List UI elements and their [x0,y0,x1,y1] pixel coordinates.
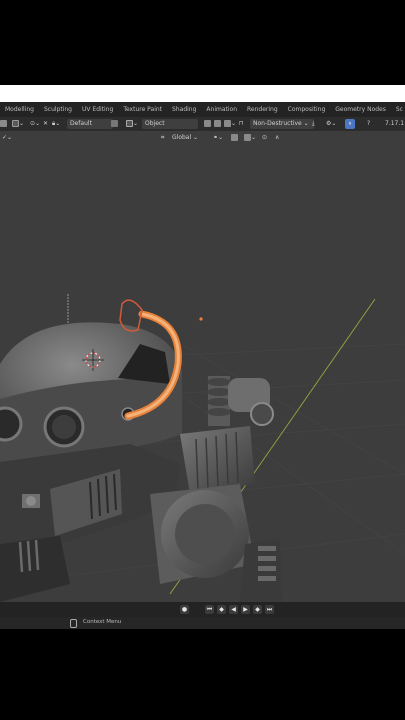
mode-dropdown[interactable]: Default [67,119,113,129]
jump-start-icon[interactable]: ⏮︎ [205,605,214,614]
viewport-scene [0,144,405,602]
next-keyframe-icon[interactable]: ◆ [253,605,262,614]
timeline-bar: ● ⏮︎ ◆ ◀ ▶ ◆ ⏭︎ [0,602,405,617]
tab-shading[interactable]: Shading [167,102,201,117]
tab-geometry-nodes[interactable]: Geometry Nodes [330,102,391,117]
mouse-icon [70,619,77,628]
view-options-icon[interactable]: ✓⌄ [2,133,12,143]
tab-uv-editing[interactable]: UV Editing [77,102,118,117]
mode-label: Default [70,120,92,127]
status-bar: Context Menu [0,617,405,629]
tab-sculpting[interactable]: Sculpting [39,102,77,117]
curve-falloff-icon[interactable]: ∧ [275,133,279,143]
snap-increment-icon[interactable] [231,133,238,143]
overlay-icon[interactable] [111,119,118,129]
robot-head[interactable] [0,322,182,462]
download-icon[interactable]: ⤓ [312,119,315,129]
tab-modelling[interactable]: Modelling [0,102,39,117]
jump-end-icon[interactable]: ⏭︎ [265,605,274,614]
object-label: Object [145,120,165,127]
snap-options-icon[interactable]: ⌄ [224,119,236,129]
context-menu-hint: Context Menu [83,619,122,625]
snap-target-icon[interactable] [214,119,221,129]
proportional-icon[interactable]: ✕ [43,119,48,129]
orientation-icon[interactable]: ⌗ [161,133,164,143]
link-icon[interactable]: ⚭⌄ [213,133,223,143]
pivot-icon[interactable]: ⊙⌄ [30,119,40,129]
non-destructive-dropdown[interactable]: Non-Destructive ⌄ [250,119,314,129]
orientation-label: Global [172,134,192,141]
orientation-dropdown[interactable]: Global ⌄ [172,133,198,143]
tab-compositing[interactable]: Compositing [283,102,331,117]
tab-rendering[interactable]: Rendering [242,102,283,117]
snap-icon[interactable] [204,119,211,129]
play-icon[interactable]: ▶ [241,605,250,614]
select-mode-icon[interactable] [0,119,7,129]
prev-keyframe-icon[interactable]: ◆ [217,605,226,614]
tab-texture-paint[interactable]: Texture Paint [118,102,167,117]
top-white-bar [0,85,405,102]
record-icon[interactable]: ● [180,605,189,614]
version-label: 7.17.1 [385,120,405,127]
non-destructive-label: Non-Destructive [253,120,302,127]
3d-viewport[interactable] [0,144,405,602]
proportional-falloff-icon[interactable]: ⊙ [262,133,267,143]
transform-icon[interactable]: ⌄ [12,119,24,129]
lock-icon[interactable]: 🔒︎⌄ [52,119,60,129]
help-icon[interactable]: ? [367,119,370,129]
play-reverse-icon[interactable]: ◀ [229,605,238,614]
gear-icon[interactable]: ⚙︎⌄ [326,119,336,129]
pause-toggle-icon[interactable]: ⏸︎ [345,119,355,129]
viewport-header: ⌄ ⊙⌄ ✕ 🔒︎⌄ Default ⌄ Object ⌄ ⊓ Non-Dest… [0,117,405,131]
blender-window: Modelling Sculpting UV Editing Texture P… [0,102,405,629]
object-dropdown[interactable]: Object [142,119,198,129]
magnet-icon[interactable]: ⊓ [239,119,244,129]
tab-animation[interactable]: Animation [201,102,242,117]
snap-face-icon[interactable]: ⌄ [244,133,256,143]
object-origin-dot [199,317,203,321]
tab-scripting[interactable]: Sc [391,102,405,117]
object-icon[interactable]: ⌄ [126,119,138,129]
workspace-tabs: Modelling Sculpting UV Editing Texture P… [0,102,405,117]
viewport-tool-options: ✓⌄ ⌗ Global ⌄ ⚭⌄ ⌄ ⊙ ∧ [0,131,405,144]
